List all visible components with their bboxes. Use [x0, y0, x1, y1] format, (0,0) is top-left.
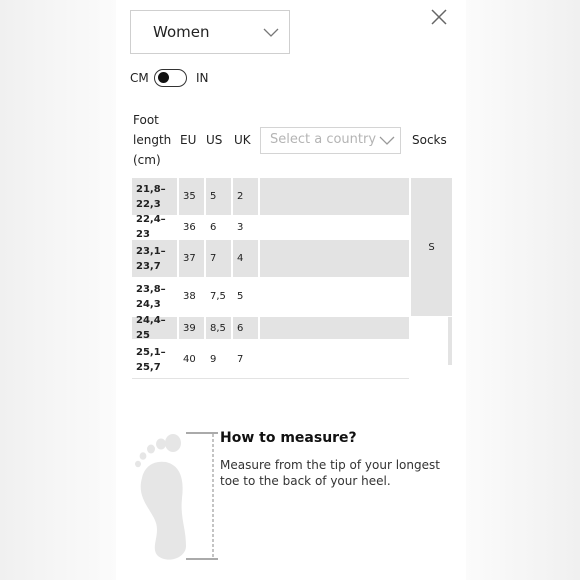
table-cell-eu: 38	[183, 291, 196, 302]
table-cell-us: 7,5	[210, 291, 226, 302]
close-icon[interactable]	[430, 8, 448, 26]
table-cell-country	[260, 178, 409, 215]
socks-cell-s: S	[411, 178, 452, 316]
table-cell-eu: 35	[179, 178, 204, 215]
how-to-measure-text: Measure from the tip of your longest toe…	[220, 458, 440, 488]
country-dropdown[interactable]: Select a country	[260, 127, 401, 154]
gender-selected-value: Women	[153, 23, 210, 41]
table-cell-us: 6	[210, 221, 217, 233]
table-cell-length: 25,1– 25,7	[136, 346, 166, 373]
table-cell-country	[260, 240, 409, 277]
table-cell-us: 8,5	[206, 317, 231, 339]
unit-in-label: IN	[196, 71, 209, 85]
table-row-divider	[132, 378, 409, 379]
table-cell-country	[260, 317, 409, 339]
table-cell-uk: 5	[237, 291, 244, 302]
table-cell-eu: 36	[183, 221, 196, 233]
foot-length-header-line: (cm)	[133, 153, 161, 167]
table-cell-eu: 39	[179, 317, 204, 339]
how-to-measure-title: How to measure?	[220, 430, 357, 446]
us-header: US	[206, 133, 223, 147]
table-cell-us: 5	[206, 178, 231, 215]
table-cell-length: 23,8– 24,3	[136, 283, 166, 310]
table-cell-uk: 6	[233, 317, 258, 339]
socks-header: Socks	[412, 133, 447, 147]
unit-toggle[interactable]	[154, 69, 187, 87]
table-cell-us: 7	[206, 240, 231, 277]
unit-cm-label: CM	[130, 71, 149, 85]
socks-cell-m: M	[411, 317, 452, 380]
table-cell-uk: 2	[233, 178, 258, 215]
gender-dropdown[interactable]: Women	[130, 10, 290, 54]
chevron-down-icon	[263, 28, 279, 37]
toggle-knob	[158, 72, 169, 83]
table-cell-length: 21,8– 22,3	[132, 178, 177, 215]
foot-length-header: Foot length (cm)	[133, 110, 171, 170]
foot-length-header-line: length	[133, 133, 172, 147]
table-cell-eu: 40	[183, 354, 196, 365]
table-cell-uk: 3	[237, 221, 244, 233]
table-cell-us: 9	[210, 354, 217, 365]
size-guide-panel: Women CM IN Foot length (cm) EU US UK Se…	[116, 0, 466, 580]
table-cell-length: 23,1– 23,7	[132, 240, 177, 277]
socks-size-label: S	[428, 241, 435, 253]
table-scroll-edge	[448, 317, 452, 365]
table-cell-uk: 4	[233, 240, 258, 277]
country-placeholder: Select a country	[270, 132, 377, 147]
table-cell-length: 22,4–23	[136, 214, 166, 240]
table-cell-uk: 7	[237, 354, 244, 365]
foot-length-header-line: Foot	[133, 113, 159, 127]
table-cell-length: 24,4–25	[132, 315, 177, 341]
table-cell-eu: 37	[179, 240, 204, 277]
chevron-down-icon	[379, 136, 395, 145]
eu-header: EU	[180, 133, 197, 147]
foot-measure-illustration	[135, 432, 218, 560]
size-table: 21,8– 22,3 35 5 2 22,4–23 36 6 3 23,1– 23,…	[132, 178, 452, 380]
uk-header: UK	[234, 133, 251, 147]
